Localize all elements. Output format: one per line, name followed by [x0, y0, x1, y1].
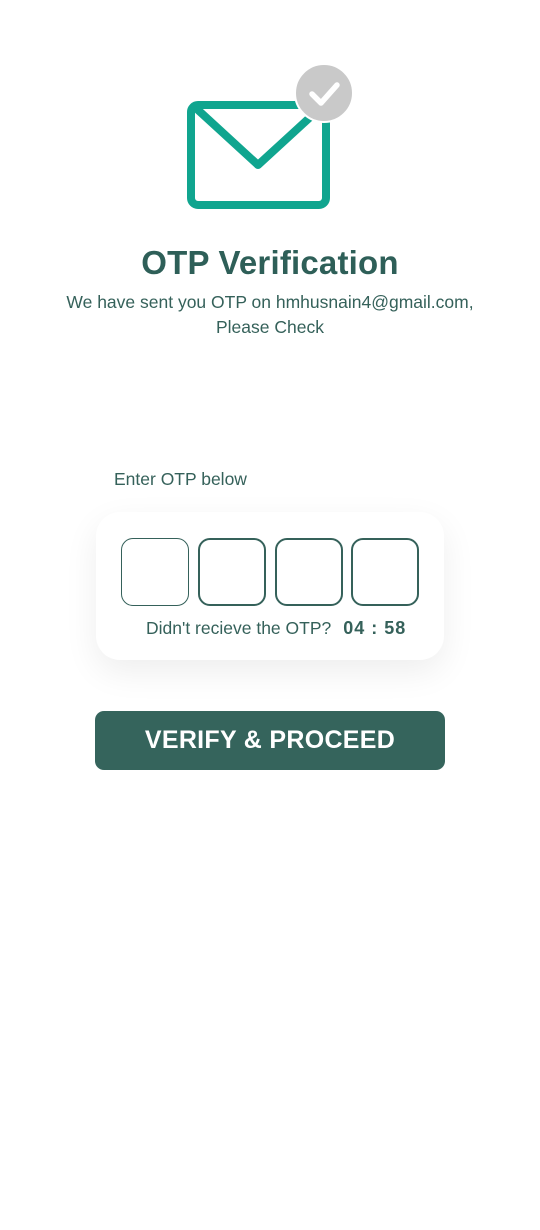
otp-digit-4-input[interactable] — [351, 538, 419, 606]
otp-entry-label: Enter OTP below — [114, 469, 247, 489]
otp-digit-2-input[interactable] — [198, 538, 266, 606]
otp-verification-screen: OTP Verification We have sent you OTP on… — [0, 0, 540, 1230]
otp-sent-message: We have sent you OTP on hmhusnain4@gmail… — [40, 290, 500, 340]
page-title: OTP Verification — [141, 244, 399, 281]
otp-sent-message-line2: Please Check — [216, 317, 324, 337]
otp-digit-1-input[interactable] — [121, 538, 189, 606]
envelope-icon — [187, 63, 354, 209]
resend-row: Didn't recieve the OTP? 04 : 58 — [146, 618, 406, 642]
resend-otp-link[interactable]: Didn't recieve the OTP? — [146, 618, 331, 639]
otp-sent-message-line1: We have sent you OTP on hmhusnain4@gmail… — [66, 292, 474, 312]
verify-proceed-button[interactable]: VERIFY & PROCEED — [95, 711, 445, 770]
envelope-illustration — [186, 63, 356, 213]
countdown-timer: 04 : 58 — [343, 618, 407, 638]
otp-digit-3-input[interactable] — [275, 538, 343, 606]
otp-input-row — [121, 538, 421, 606]
check-badge-icon — [294, 63, 354, 123]
